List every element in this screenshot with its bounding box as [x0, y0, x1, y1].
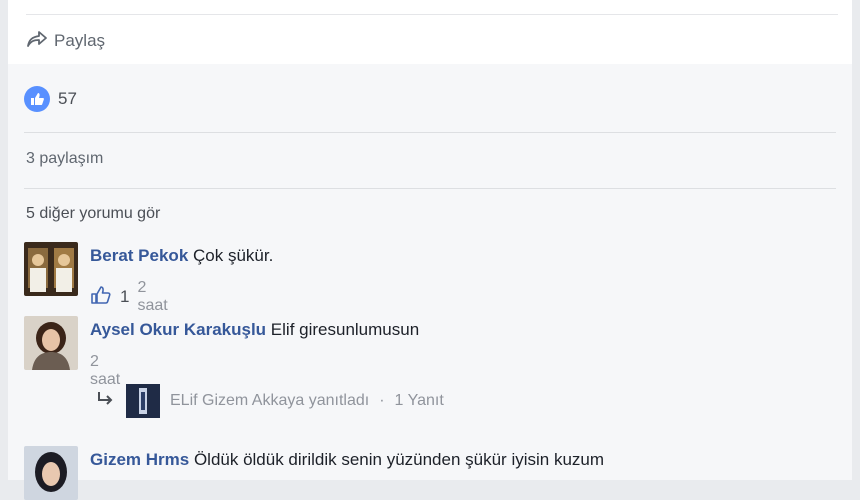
reply-summary-text: ELif Gizem Akkaya yanıtladı [170, 392, 370, 409]
share-arrow-icon [26, 30, 48, 53]
like-icon [24, 86, 50, 112]
reply-count: 1 Yanıt [394, 392, 444, 409]
avatar[interactable] [24, 242, 78, 296]
reply-avatar[interactable] [126, 384, 160, 418]
comment-body: Gizem Hrms Öldük öldük dirildik senin yü… [90, 450, 604, 470]
like-count: 57 [58, 89, 77, 108]
divider [26, 14, 838, 15]
comment-time[interactable]: 2 saat [137, 279, 167, 315]
reply-arrow-icon [96, 390, 116, 413]
shares-count-link[interactable]: 3 paylaşım [26, 150, 103, 168]
avatar[interactable] [24, 446, 78, 500]
thumbs-up-icon[interactable] [90, 285, 112, 310]
avatar[interactable] [24, 316, 78, 370]
divider [24, 188, 836, 189]
comment-author[interactable]: Berat Pekok [90, 246, 188, 265]
comment-meta: 1 2 saat [90, 279, 168, 315]
view-more-comments-link[interactable]: 5 diğer yorumu gör [26, 205, 160, 223]
divider [24, 132, 836, 133]
separator-dot: · [379, 392, 385, 409]
comment-body: Berat Pekok Çok şükür. [90, 246, 273, 266]
comment-like-count: 1 [120, 287, 130, 306]
comment-text: Öldük öldük dirildik senin yüzünden şükü… [193, 450, 605, 469]
share-bar: Paylaş [8, 0, 852, 64]
comment-body: Aysel Okur Karakuşlu Elif giresunlumusun [90, 320, 419, 340]
comment-author[interactable]: Aysel Okur Karakuşlu [90, 320, 266, 339]
reactions-summary[interactable]: 57 [24, 86, 77, 112]
post-feedback-card: Paylaş 57 3 paylaşım 5 diğer yorumu gör … [8, 0, 852, 500]
comment-text: Çok şükür. [193, 246, 274, 265]
share-button[interactable]: Paylaş [26, 28, 105, 54]
reply-summary[interactable]: ELif Gizem Akkaya yanıtladı · 1 Yanıt [96, 384, 444, 418]
comment-author[interactable]: Gizem Hrms [90, 450, 189, 469]
share-label: Paylaş [54, 31, 106, 50]
comment-text: Elif giresunlumusun [270, 320, 420, 339]
